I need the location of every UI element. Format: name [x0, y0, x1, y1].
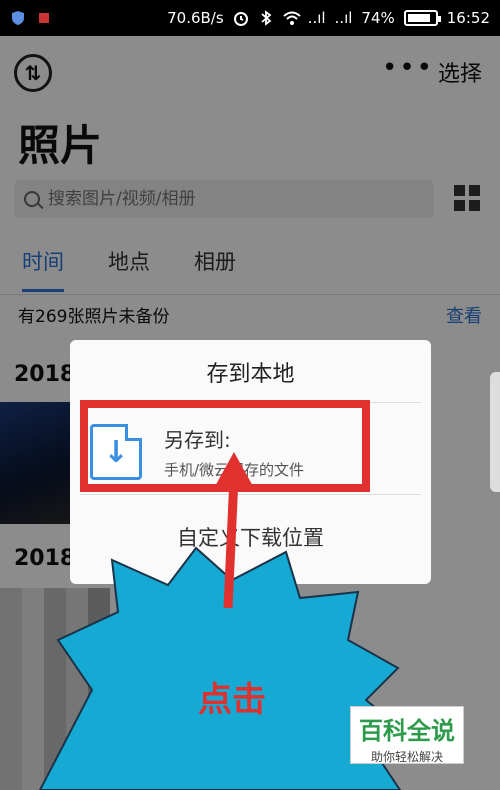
click-annotation-label: 点击	[198, 680, 266, 720]
watermark-subtitle: 助你轻松解决	[370, 750, 443, 764]
watermark: 百科全说 助你轻松解决	[350, 706, 464, 764]
watermark-title: 百科全说	[359, 717, 455, 745]
scroll-handle[interactable]	[490, 372, 500, 492]
